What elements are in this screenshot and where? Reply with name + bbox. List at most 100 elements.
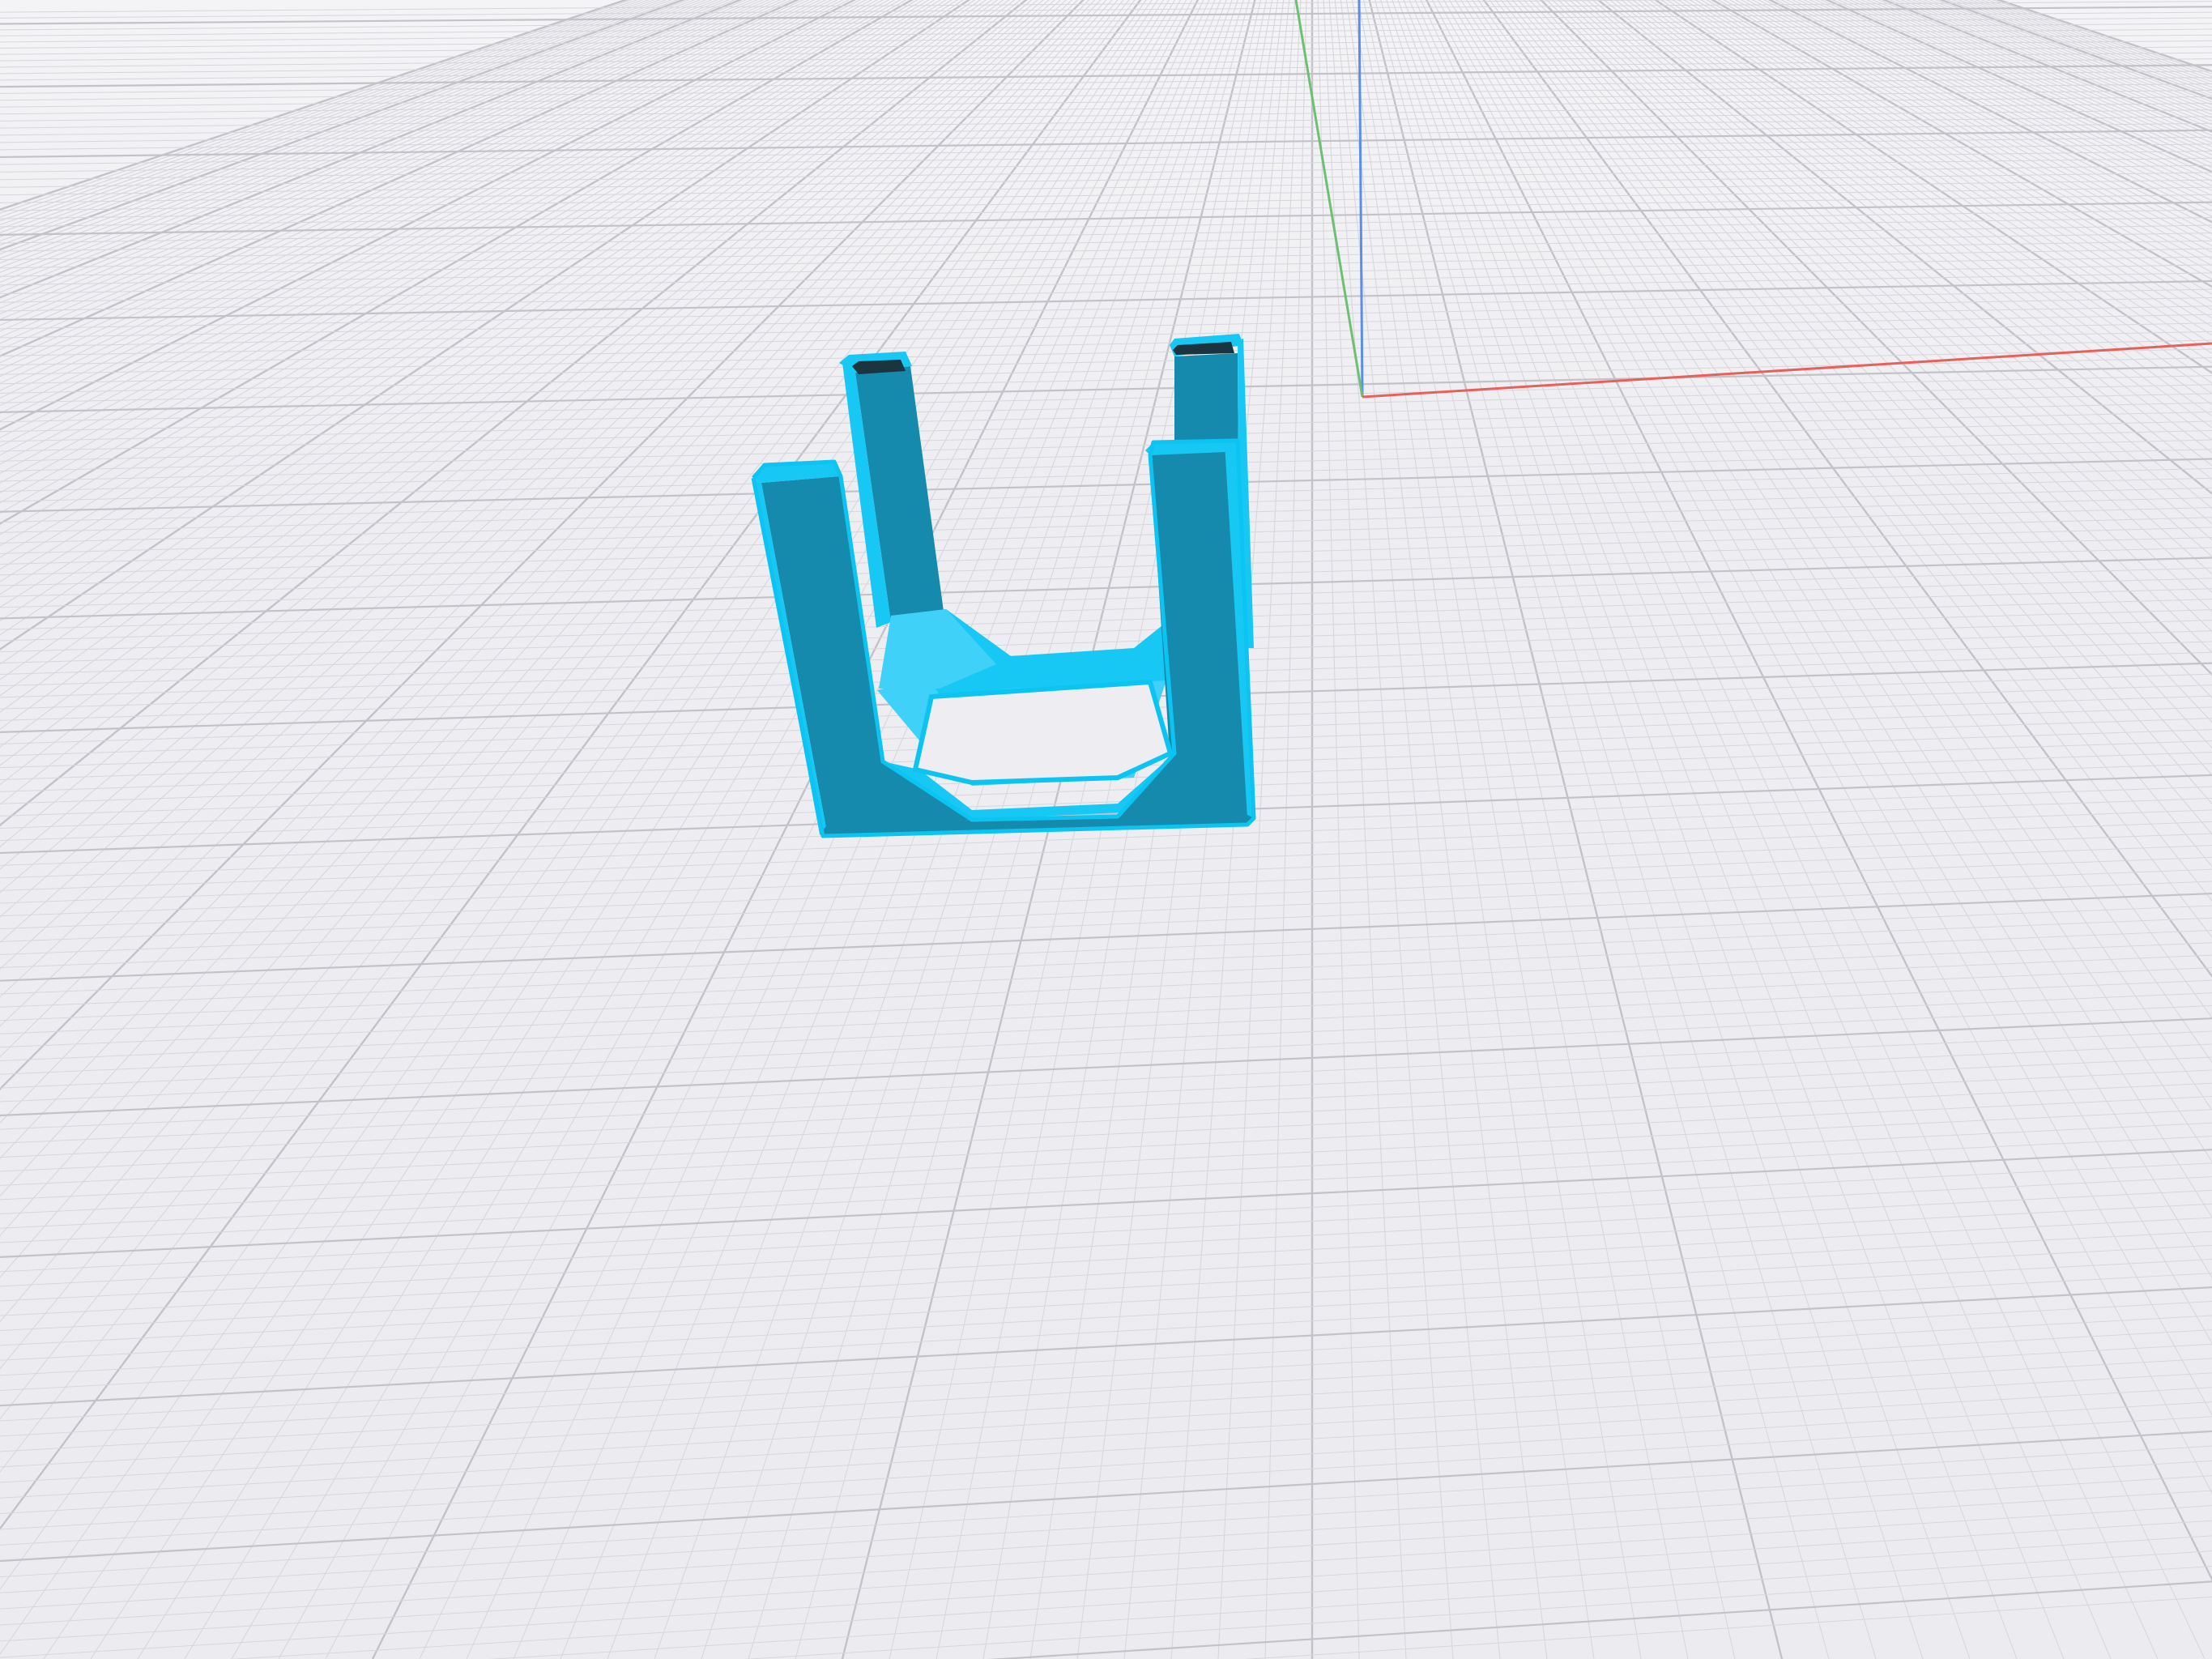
- grid-line-width: [0, 1230, 2212, 1346]
- grid-line-depth: [1539, 0, 2212, 676]
- grid-line-depth: [1689, 0, 2212, 319]
- grid-line-depth: [1414, 0, 2159, 1659]
- grid-line-width: [0, 1162, 2212, 1273]
- grid-line-depth: [278, 0, 1187, 1659]
- grid-line-depth: [1717, 0, 2212, 280]
- grid-line-width: [0, 339, 2212, 385]
- grid-line-depth: [1500, 0, 2212, 868]
- grid-line-width: [0, 1176, 2212, 1287]
- grid-line-width: [0, 412, 2212, 462]
- grid-line-depth: [1375, 0, 1830, 1659]
- grid-line-depth: [1517, 0, 2212, 776]
- grid-line-width: [0, 331, 2212, 375]
- grid-line-depth: [1545, 0, 2212, 654]
- grid-line-depth: [1523, 0, 2212, 749]
- grid-line-depth: [1825, 0, 2212, 173]
- grid-line-width: [0, 856, 2212, 942]
- grid-line-depth: [1723, 0, 2212, 273]
- grid-line-depth: [1558, 0, 2212, 612]
- grid-line-width: [744, 1565, 2212, 1659]
- grid-line-width: [0, 1149, 2212, 1258]
- grid-line-width: [0, 143, 2212, 173]
- grid-line-width: [0, 129, 2212, 159]
- grid-line-width: [0, 264, 2212, 303]
- grid-line-depth: [1975, 0, 2212, 83]
- grid-line-depth: [1477, 0, 2212, 1019]
- grid-line-depth: [1472, 0, 2212, 1064]
- grid-line-depth: [1603, 0, 2212, 480]
- grid-line-width: [0, 845, 2212, 930]
- grid-line-depth: [1534, 0, 2212, 699]
- grid-line-width: [0, 393, 2212, 442]
- grid-line-width: [0, 458, 2212, 513]
- grid-line-width: [0, 497, 2212, 554]
- grid-line-width: [230, 1535, 2212, 1659]
- grid-line-depth: [1677, 0, 2212, 336]
- grid-line-width: [0, 979, 2212, 1075]
- grid-line-depth: [1575, 0, 2212, 557]
- grid-line-width: [0, 1259, 2212, 1376]
- grid-line-depth: [1528, 0, 2212, 723]
- grid-line-width: [0, 917, 2212, 1008]
- grid-line-width: [0, 322, 2212, 366]
- grid-line-width: [0, 375, 2212, 423]
- grid-line-depth: [1797, 0, 2212, 197]
- grid-line-width: [0, 1095, 2212, 1201]
- 3d-viewport[interactable]: [0, 0, 2212, 1659]
- grid-line-width: [0, 1217, 2212, 1331]
- grid-line-depth: [1711, 0, 2212, 288]
- grid-line-depth: [1775, 0, 2212, 217]
- grid-line-width: [0, 194, 2212, 228]
- grid-line-width: [0, 150, 2212, 181]
- grid-line-width: [0, 272, 2212, 312]
- grid-line-width: [0, 96, 2212, 122]
- grid-line-depth: [1511, 0, 2212, 805]
- grid-line-width: [0, 833, 2212, 917]
- grid-line-depth: [1763, 0, 2212, 228]
- grid-line-width: [0, 1122, 2212, 1229]
- grid-line-depth: [1814, 0, 2212, 182]
- grid-line-width: [0, 1244, 2212, 1361]
- 3d-scene-canvas[interactable]: [0, 0, 2212, 1659]
- grid-line-width: [0, 64, 2212, 88]
- grid-line-width: [0, 1358, 2212, 1483]
- y-axis-line: [1294, 0, 1364, 398]
- grid-line-depth: [1820, 0, 2212, 177]
- grid-line-width: [0, 487, 2212, 544]
- grid-line-width: [0, 313, 2212, 356]
- grid-line-width: [0, 1056, 2212, 1158]
- grid-line-depth: [1460, 0, 2212, 1163]
- z-axis-line: [1357, 0, 1364, 398]
- grid-line-width: [0, 1043, 2212, 1144]
- inner-floor-opening: [912, 679, 1174, 786]
- grid-line-depth: [1803, 0, 2212, 191]
- grid-line-width: [0, 774, 2212, 855]
- grid-line-depth: [1351, 0, 1642, 1659]
- grid-line-width: [0, 109, 2212, 136]
- grid-line-depth: [1728, 0, 2212, 267]
- grid-line-depth: [1740, 0, 2212, 254]
- grid-line-depth: [1780, 0, 2212, 212]
- grid-line-width: [0, 449, 2212, 502]
- grid-line-depth: [1431, 0, 2212, 1495]
- grid-line-width: [0, 967, 2212, 1061]
- grid-line-width: [1243, 1596, 2212, 1659]
- grid-line-width: [0, 467, 2212, 523]
- grid-line-depth: [1380, 0, 1877, 1659]
- grid-line-width: [0, 384, 2212, 433]
- grid-line-depth: [1551, 0, 2212, 633]
- grid-line-width: [0, 905, 2212, 995]
- grid-line-depth: [1837, 0, 2212, 164]
- grid-line-depth: [1437, 0, 2212, 1416]
- grid-line-depth: [1489, 0, 2212, 938]
- 3d-model-u-frame[interactable]: [751, 334, 1256, 838]
- grid-line-depth: [1596, 0, 2212, 495]
- grid-line-depth: [1860, 0, 2212, 147]
- grid-line-width: [0, 1301, 2212, 1422]
- grid-line-width: [0, 892, 2212, 982]
- grid-line-depth: [1809, 0, 2212, 186]
- grid-line-depth: [1786, 0, 2212, 207]
- grid-line-depth: [1448, 0, 2212, 1279]
- grid-line-depth: [1694, 0, 2212, 311]
- grid-line-depth: [1734, 0, 2212, 260]
